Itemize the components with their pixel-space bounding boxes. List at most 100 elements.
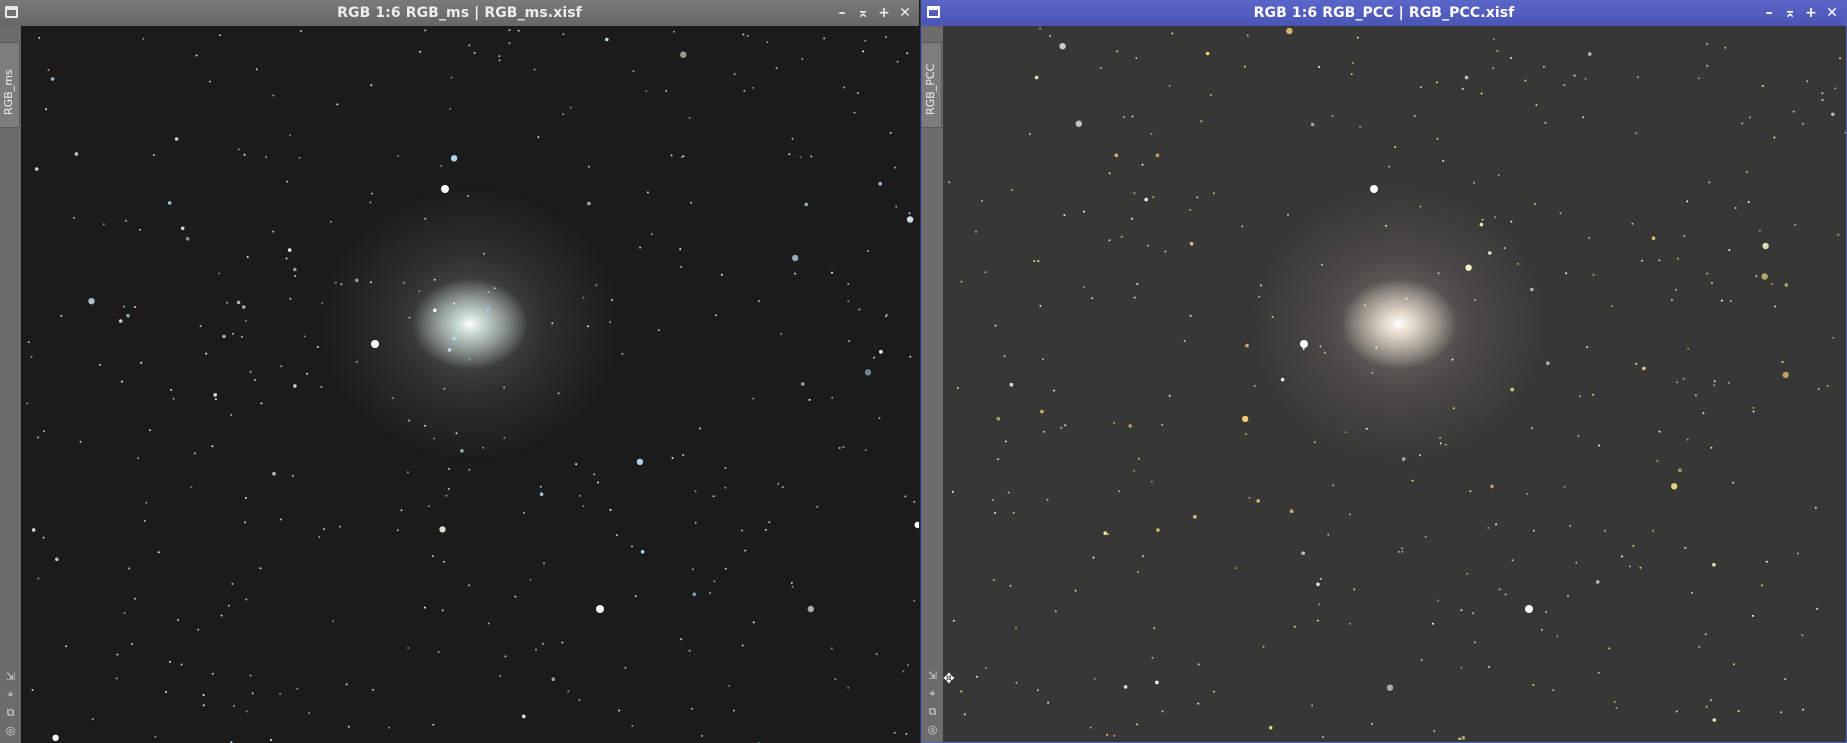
star (218, 272, 221, 275)
close-icon[interactable]: ✕ (897, 4, 913, 22)
star (991, 499, 994, 501)
star (433, 437, 436, 440)
star (712, 495, 715, 498)
star (1286, 27, 1293, 35)
star (713, 580, 716, 583)
star (810, 155, 813, 158)
star (963, 713, 966, 716)
star (1792, 110, 1795, 113)
star (862, 50, 865, 53)
shade-icon[interactable]: ⌅ (1782, 4, 1798, 22)
star (133, 597, 136, 600)
star (1439, 442, 1442, 445)
star (355, 278, 359, 283)
zoom-fit-icon[interactable]: ⇲ (926, 669, 939, 682)
star (1563, 84, 1566, 87)
star (831, 396, 834, 399)
window-titlebar[interactable]: RGB 1:6 RGB_PCC | RGB_PCC.xisf – ⌅ + ✕ (922, 0, 1846, 26)
star (1015, 681, 1018, 684)
resize-cursor-icon: ✥ (943, 671, 955, 687)
star (424, 217, 427, 220)
star (834, 678, 837, 681)
star (1732, 481, 1735, 484)
star (50, 77, 55, 81)
star (830, 647, 833, 650)
shade-icon[interactable]: ⌅ (855, 4, 871, 22)
maximize-icon[interactable]: + (876, 4, 892, 22)
star (1253, 384, 1256, 387)
star (293, 384, 297, 388)
star (1144, 197, 1148, 202)
star (125, 219, 127, 222)
star (427, 505, 430, 508)
window-menu-icon[interactable] (927, 6, 940, 18)
view-tab-rgb-pcc[interactable]: RGB_PCC (922, 42, 942, 128)
star (1141, 163, 1144, 166)
star (442, 560, 445, 563)
image-window-rgb-pcc[interactable]: RGB 1:6 RGB_PCC | RGB_PCC.xisf – ⌅ + ✕ R… (921, 0, 1847, 743)
star (1146, 244, 1149, 247)
star (1579, 395, 1582, 398)
star (1761, 85, 1764, 87)
star (440, 164, 443, 167)
star (1801, 634, 1804, 637)
star (1575, 561, 1578, 564)
star (975, 675, 978, 678)
star (60, 314, 63, 317)
minimize-icon[interactable]: – (834, 4, 850, 22)
star (1544, 121, 1547, 124)
star (1588, 236, 1591, 239)
window-menu-icon[interactable] (5, 6, 18, 18)
star (1131, 115, 1134, 118)
minimize-icon[interactable]: – (1761, 4, 1777, 22)
star (272, 471, 276, 476)
star (1133, 192, 1136, 195)
star (1737, 710, 1740, 712)
star (280, 365, 283, 368)
star (650, 233, 653, 236)
clone-icon[interactable]: ⧉ (926, 705, 939, 718)
view-tab-rgb-ms[interactable]: RGB_ms (0, 42, 20, 128)
clone-icon[interactable]: ⧉ (4, 706, 17, 719)
star (1049, 34, 1052, 37)
star (1713, 380, 1716, 383)
star (320, 385, 323, 388)
star (468, 44, 471, 47)
image-window-rgb-ms[interactable]: RGB 1:6 RGB_ms | RGB_ms.xisf – ⌅ + ✕ RGB… (0, 0, 920, 743)
star (1310, 122, 1315, 127)
close-icon[interactable]: ✕ (1824, 4, 1840, 22)
star (340, 283, 343, 286)
target-icon[interactable]: ◎ (926, 723, 939, 736)
star (843, 86, 846, 89)
crosshair-icon[interactable]: ⌖ (926, 687, 939, 700)
zoom-fit-icon[interactable]: ⇲ (4, 670, 17, 683)
star (1494, 216, 1497, 219)
star (804, 202, 808, 207)
star (1640, 259, 1643, 262)
star (699, 427, 702, 430)
image-view[interactable] (943, 26, 1846, 742)
star (539, 492, 544, 497)
galaxy-core (412, 279, 528, 369)
target-icon[interactable]: ◎ (4, 724, 17, 737)
image-view[interactable] (21, 26, 919, 743)
window-titlebar[interactable]: RGB 1:6 RGB_ms | RGB_ms.xisf – ⌅ + ✕ (0, 0, 919, 26)
star (339, 525, 341, 528)
star (167, 201, 172, 205)
star (37, 577, 40, 580)
star (236, 300, 241, 305)
star (1351, 62, 1354, 65)
maximize-icon[interactable]: + (1803, 4, 1819, 22)
star (245, 598, 248, 601)
star (847, 282, 850, 285)
star (1436, 137, 1439, 140)
star (30, 355, 33, 358)
star (1413, 115, 1416, 118)
star (902, 670, 905, 673)
star (483, 252, 485, 255)
star (123, 612, 126, 614)
crosshair-icon[interactable]: ⌖ (4, 688, 17, 701)
star (1642, 366, 1646, 371)
star (355, 360, 358, 363)
star (1316, 619, 1319, 622)
